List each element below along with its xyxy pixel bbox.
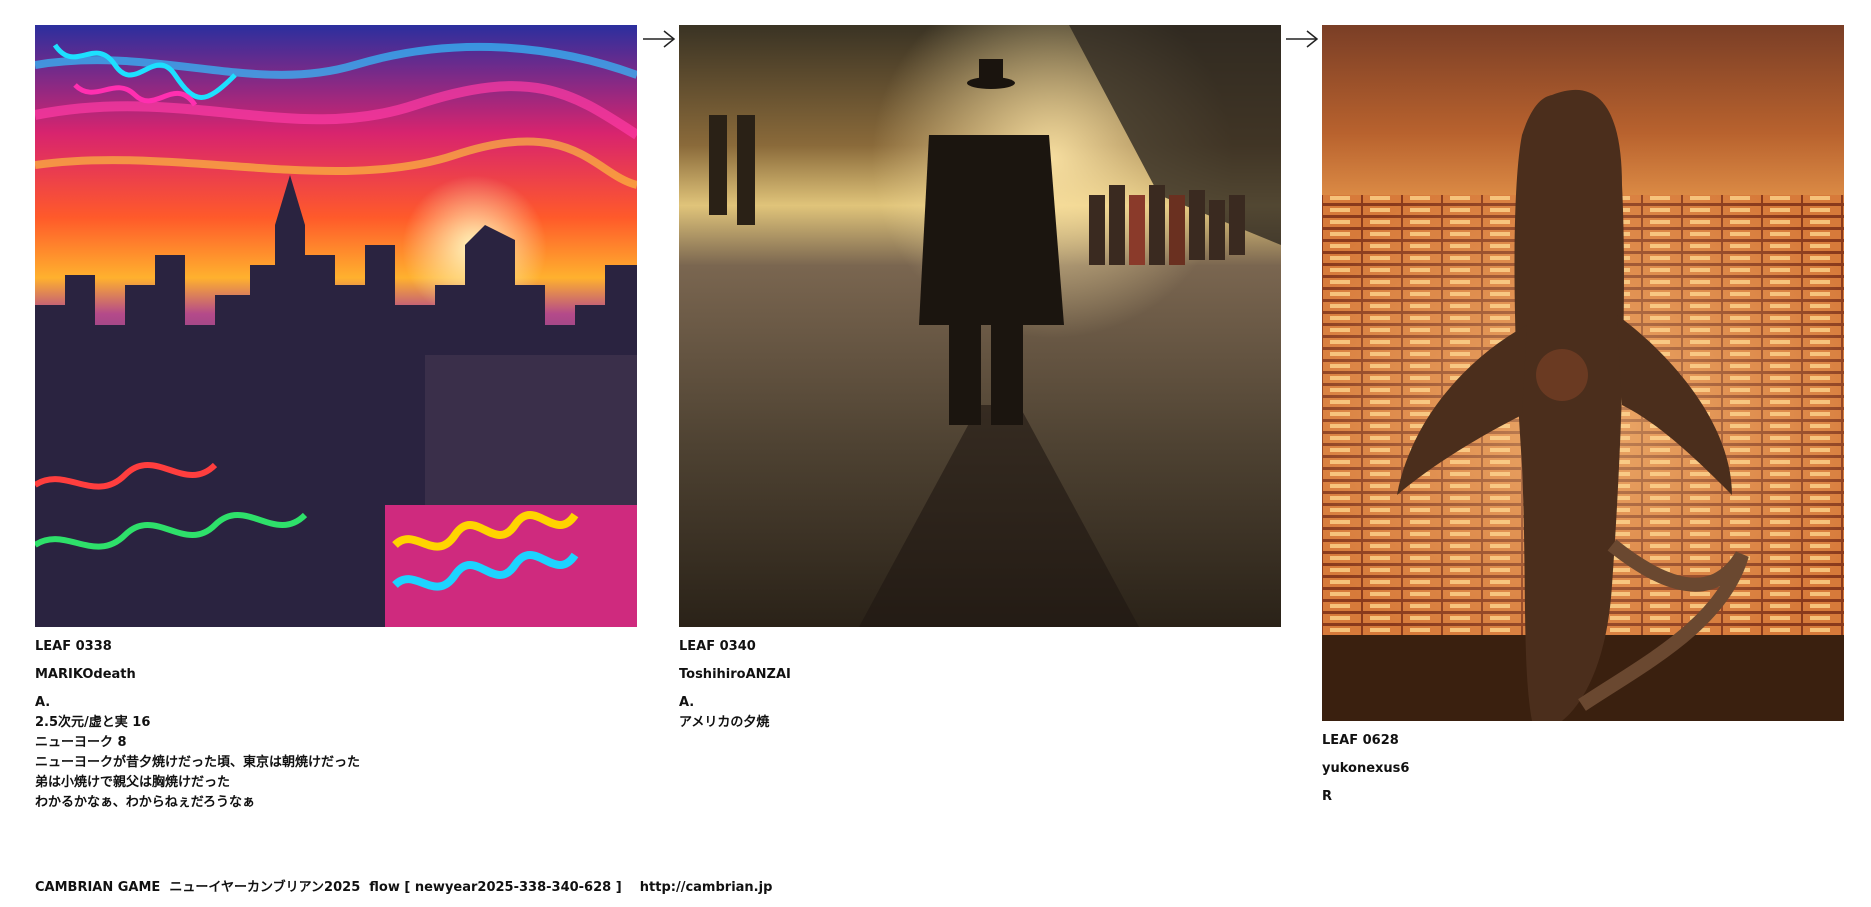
artwork-image-nyc-sunset[interactable] <box>35 25 637 627</box>
page: LEAF 0338 MARIKOdeath A. 2.5次元/虚と実 16 ニュ… <box>0 0 1871 907</box>
caption-line: 2.5次元/虚と実 16 <box>35 715 151 730</box>
artwork-graphic <box>679 25 1281 627</box>
author-name[interactable]: yukonexus6 <box>1322 759 1844 779</box>
artwork-graphic <box>1322 25 1844 721</box>
artwork-graphic <box>35 25 637 627</box>
caption-line: わかるかなぁ、わからねぇだろうなぁ <box>35 795 255 810</box>
leaf-card-0340: LEAF 0340 ToshihiroANZAI A. アメリカの夕焼 <box>679 25 1281 733</box>
leaf-grade: A. <box>679 695 695 710</box>
footer-flow-info: CAMBRIAN GAME ニューイヤーカンブリアン2025 flow [ ne… <box>35 880 773 895</box>
caption-line: ニューヨークが昔夕焼けだった頃、東京は朝焼けだった <box>35 755 361 770</box>
leaf-id[interactable]: LEAF 0340 <box>679 637 1281 657</box>
right-arrow-icon <box>643 30 676 48</box>
leaf-id[interactable]: LEAF 0338 <box>35 637 637 657</box>
artwork-image-whale-sculpture[interactable] <box>1322 25 1844 721</box>
right-arrow-icon <box>1286 30 1319 48</box>
leaf-card-0338: LEAF 0338 MARIKOdeath A. 2.5次元/虚と実 16 ニュ… <box>35 25 637 813</box>
leaf-grade: R <box>1322 789 1333 804</box>
caption-line: 弟は小焼けで親父は胸焼けだった <box>35 775 231 790</box>
leaf-card-0628: LEAF 0628 yukonexus6 R <box>1322 25 1844 807</box>
author-name[interactable]: MARIKOdeath <box>35 665 637 685</box>
artwork-image-man-walking-sunset[interactable] <box>679 25 1281 627</box>
leaf-grade: A. <box>35 695 51 710</box>
author-name[interactable]: ToshihiroANZAI <box>679 665 1281 685</box>
caption-line: アメリカの夕焼 <box>679 715 770 730</box>
leaf-id[interactable]: LEAF 0628 <box>1322 731 1844 751</box>
caption-line: ニューヨーク 8 <box>35 735 127 750</box>
